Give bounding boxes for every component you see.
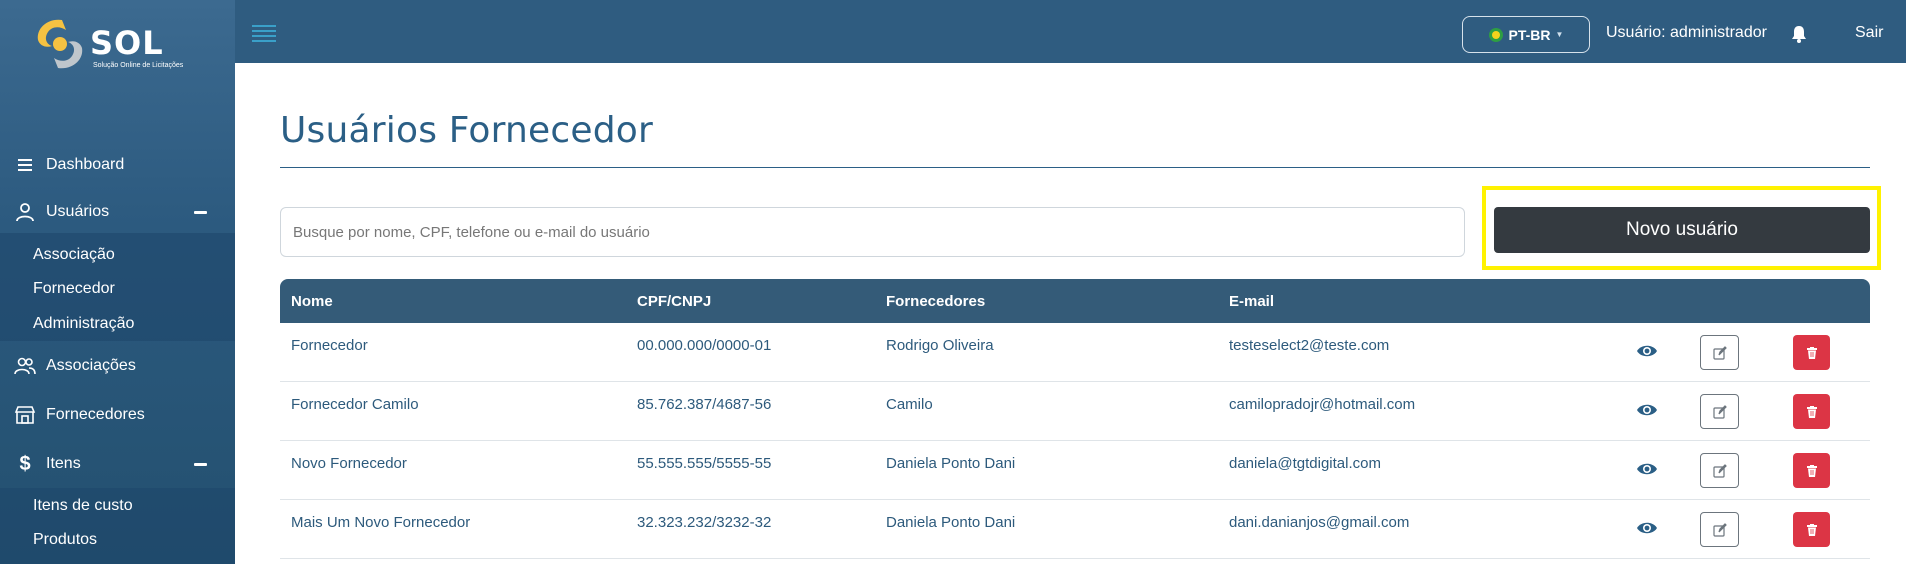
sidebar-item-associacoes[interactable]: Associações <box>0 346 235 386</box>
sidebar-item-dashboard[interactable]: Dashboard <box>0 145 235 185</box>
cell-fornecedor: Rodrigo Oliveira <box>886 337 994 354</box>
delete-button[interactable] <box>1793 394 1830 429</box>
brazil-flag-icon <box>1488 27 1503 42</box>
sidebar-subitem-produtos[interactable]: Produtos <box>33 531 97 549</box>
cell-email: dani.danianjos@gmail.com <box>1229 514 1410 531</box>
cell-nome: Fornecedor Camilo <box>291 396 419 413</box>
edit-button[interactable] <box>1700 512 1739 547</box>
chevron-down-icon: ▼ <box>1555 30 1564 39</box>
trash-icon <box>1806 405 1817 418</box>
logo-tagline: Solução Online de Licitações <box>93 62 184 69</box>
eye-icon[interactable] <box>1636 520 1660 536</box>
edit-icon <box>1712 345 1727 360</box>
menu-icon <box>14 154 36 176</box>
page-title: Usuários Fornecedor <box>280 110 654 151</box>
cell-nome: Fornecedor <box>291 337 368 354</box>
eye-icon[interactable] <box>1636 402 1660 418</box>
trash-icon <box>1806 523 1817 536</box>
column-header-nome: Nome <box>291 293 333 310</box>
delete-button[interactable] <box>1793 453 1830 488</box>
cell-fornecedor: Camilo <box>886 396 933 413</box>
search-input[interactable] <box>280 207 1465 257</box>
cell-cpf: 32.323.232/3232-32 <box>637 514 772 531</box>
table-row: Novo Fornecedor 55.555.555/5555-55 Danie… <box>280 441 1870 500</box>
dollar-icon: $ <box>19 452 31 475</box>
cell-email: daniela@tgtdigital.com <box>1229 455 1381 472</box>
sidebar-subitem-associacao[interactable]: Associação <box>33 246 115 264</box>
sidebar-item-usuarios[interactable]: Usuários <box>0 192 235 232</box>
title-divider <box>280 167 1870 168</box>
cell-nome: Novo Fornecedor <box>291 455 407 472</box>
user-icon <box>14 201 36 223</box>
cell-nome: Mais Um Novo Fornecedor <box>291 514 471 531</box>
table-row: Mais Um Novo Fornecedor 32.323.232/3232-… <box>280 500 1870 559</box>
sidebar-item-label: Fornecedores <box>46 406 145 423</box>
collapse-icon[interactable] <box>194 463 207 466</box>
sidebar-subitem-fornecedor[interactable]: Fornecedor <box>33 280 115 298</box>
bell-icon[interactable] <box>1791 25 1807 43</box>
language-selector[interactable]: PT-BR ▼ <box>1462 16 1590 53</box>
sidebar-item-itens[interactable]: $ Itens <box>0 444 235 484</box>
sol-logo-icon <box>37 19 83 69</box>
sidebar-subitem-itens-de-custo[interactable]: Itens de custo <box>33 497 133 515</box>
eye-icon[interactable] <box>1636 343 1660 359</box>
sidebar-item-label: Dashboard <box>46 156 125 173</box>
delete-button[interactable] <box>1793 512 1830 547</box>
cell-email: camilopradojr@hotmail.com <box>1229 396 1416 413</box>
sol-logo[interactable]: SOL Solução Online de Licitações <box>32 16 202 76</box>
sidebar: SOL Solução Online de Licitações Dashboa… <box>0 0 235 564</box>
edit-icon <box>1712 404 1727 419</box>
table-row: Fornecedor Camilo 85.762.387/4687-56 Cam… <box>280 382 1870 441</box>
language-label: PT-BR <box>1508 26 1551 43</box>
edit-icon <box>1712 463 1727 478</box>
logout-link[interactable]: Sair <box>1855 24 1883 42</box>
trash-icon <box>1806 464 1817 477</box>
sidebar-item-label: Associações <box>46 357 136 374</box>
hamburger-menu-icon[interactable] <box>252 25 276 42</box>
column-header-fornecedores: Fornecedores <box>886 293 986 310</box>
logo-text: SOL <box>90 24 164 62</box>
cell-cpf: 00.000.000/0000-01 <box>637 337 772 354</box>
edit-button[interactable] <box>1700 394 1739 429</box>
edit-button[interactable] <box>1700 335 1739 370</box>
column-header-email: E-mail <box>1229 293 1275 310</box>
current-user-label: Usuário: administrador <box>1606 24 1767 41</box>
sidebar-item-label: Usuários <box>46 203 110 220</box>
new-user-button[interactable]: Novo usuário <box>1494 207 1870 253</box>
eye-icon[interactable] <box>1636 461 1660 477</box>
cell-fornecedor: Daniela Ponto Dani <box>886 455 1016 472</box>
edit-icon <box>1712 522 1727 537</box>
cell-cpf: 55.555.555/5555-55 <box>637 455 772 472</box>
table-header: Nome CPF/CNPJ Fornecedores E-mail <box>280 279 1870 323</box>
column-header-cpf: CPF/CNPJ <box>637 293 712 310</box>
delete-button[interactable] <box>1793 335 1830 370</box>
sidebar-item-label: Itens <box>46 455 81 472</box>
sidebar-subitem-administracao[interactable]: Administração <box>33 315 134 333</box>
table-row: Fornecedor 00.000.000/0000-01 Rodrigo Ol… <box>280 323 1870 382</box>
edit-button[interactable] <box>1700 453 1739 488</box>
sidebar-item-fornecedores[interactable]: Fornecedores <box>0 395 235 435</box>
users-icon <box>14 355 36 377</box>
collapse-icon[interactable] <box>194 211 207 214</box>
store-icon <box>14 404 36 426</box>
trash-icon <box>1806 346 1817 359</box>
cell-email: testeselect2@teste.com <box>1229 337 1390 354</box>
cell-cpf: 85.762.387/4687-56 <box>637 396 772 413</box>
cell-fornecedor: Daniela Ponto Dani <box>886 514 1016 531</box>
